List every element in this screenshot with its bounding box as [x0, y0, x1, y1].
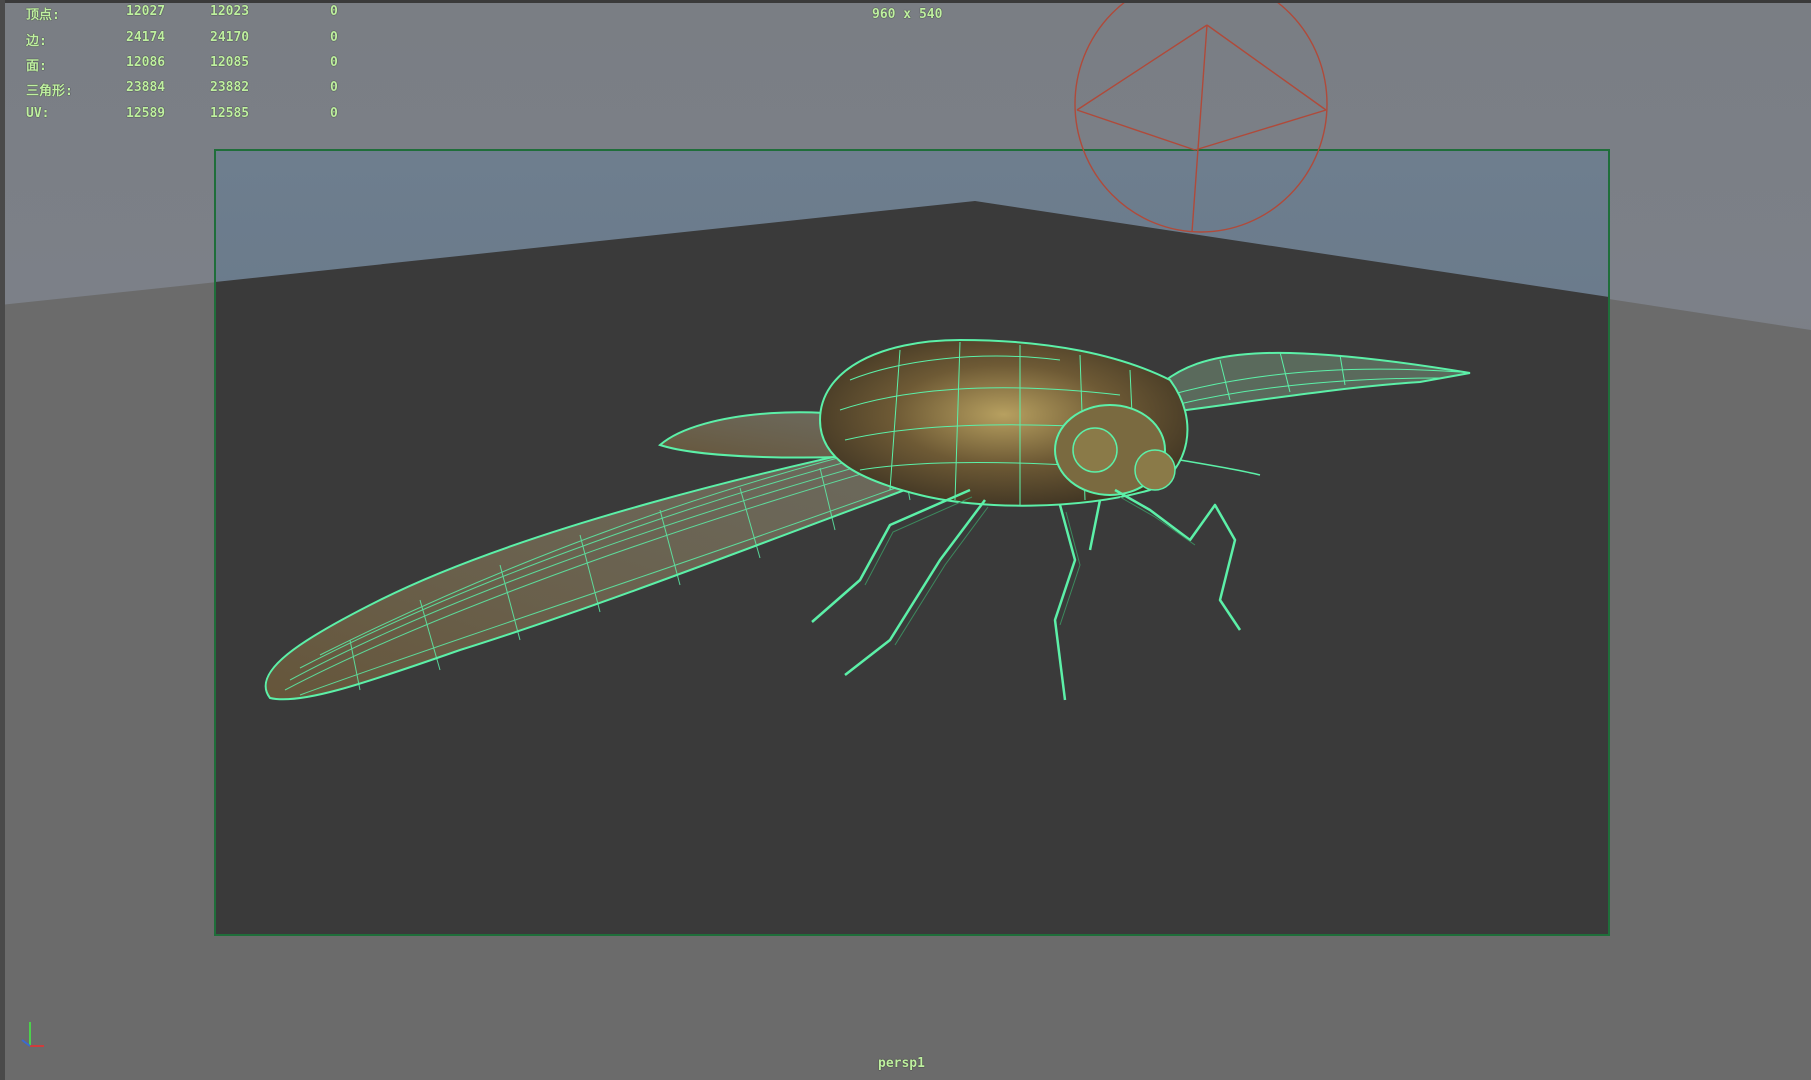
stat-value: 12027	[126, 4, 166, 19]
stat-label: 边:	[26, 34, 47, 49]
stat-value: 23884	[126, 80, 166, 95]
stat-row-triangles: 三角形: 23884 23882 0	[26, 80, 346, 100]
stat-value: 24170	[210, 30, 250, 45]
stat-label: 顶点:	[26, 8, 60, 23]
stat-value: 12585	[210, 106, 250, 121]
stat-label: 面:	[26, 59, 47, 74]
stat-value: 23882	[210, 80, 250, 95]
top-toolbar-edge	[0, 0, 1811, 3]
stat-value: 0	[330, 106, 338, 121]
viewport-scene	[0, 0, 1811, 1080]
stat-label: 三角形:	[26, 84, 73, 99]
stat-value: 12023	[210, 4, 250, 19]
stat-row-uvs: UV: 12589 12585 0	[26, 106, 346, 126]
resolution-label: 960 x 540	[872, 7, 943, 22]
left-panel-edge	[0, 0, 5, 1080]
stat-value: 12589	[126, 106, 166, 121]
stat-value: 12086	[126, 55, 166, 70]
stat-value: 0	[330, 30, 338, 45]
stat-row-edges: 边: 24174 24170 0	[26, 30, 346, 50]
stat-row-faces: 面: 12086 12085 0	[26, 55, 346, 75]
stat-value: 0	[330, 4, 338, 19]
camera-name-label: persp1	[878, 1056, 925, 1071]
3d-viewport[interactable]: 顶点: 12027 12023 0 边: 24174 24170 0 面: 12…	[0, 0, 1811, 1080]
stat-row-vertices: 顶点: 12027 12023 0	[26, 4, 346, 24]
stat-value: 0	[330, 55, 338, 70]
stat-value: 24174	[126, 30, 166, 45]
stat-value: 0	[330, 80, 338, 95]
stat-label: UV:	[26, 106, 50, 121]
stat-value: 12085	[210, 55, 250, 70]
resolution-gate	[214, 149, 1610, 936]
